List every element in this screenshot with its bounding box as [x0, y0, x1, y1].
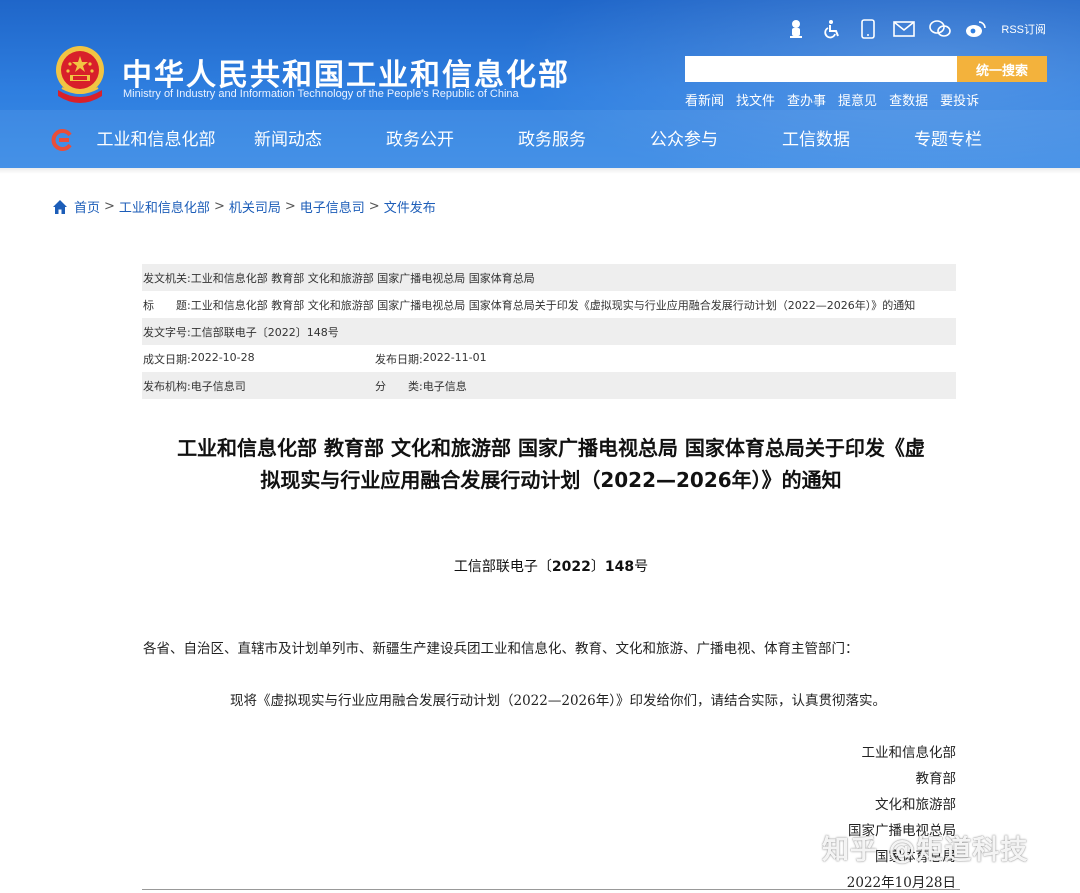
category-cell: 分 类: 电子信息 — [375, 378, 467, 394]
breadcrumb-separator: > — [213, 199, 225, 214]
issuer-label: 发文机关: — [143, 271, 191, 285]
breadcrumb-departments[interactable]: 机关司局 — [229, 197, 281, 216]
site-subtitle: Ministry of Industry and Information Tec… — [123, 88, 519, 100]
breadcrumb-separator: > — [104, 199, 115, 214]
info-row-doc-no: 发文字号: 工信部联电子〔2022〕148号 — [142, 318, 956, 345]
category-value: 电子信息 — [422, 379, 467, 393]
quick-link-services[interactable]: 查办事 — [787, 90, 826, 109]
category-label: 分 类: — [375, 379, 423, 393]
mobile-icon[interactable] — [857, 18, 879, 40]
nav-item-disclosure[interactable]: 政务公开 — [354, 122, 486, 158]
quick-link-feedback[interactable]: 提意见 — [838, 90, 877, 109]
quick-links: 看新闻 找文件 查办事 提意见 查数据 要投诉 — [685, 90, 979, 109]
org-cell: 发布机构: 电子信息司 — [143, 378, 375, 394]
home-icon — [53, 199, 67, 214]
quick-link-news[interactable]: 看新闻 — [685, 90, 724, 109]
issuer-value: 工业和信息化部 教育部 文化和旅游部 国家广播电视总局 国家体育总局 — [190, 271, 535, 285]
search-input[interactable] — [685, 56, 957, 82]
breadcrumb-electronics-dept[interactable]: 电子信息司 — [300, 197, 365, 216]
document-number-suffix: 号 — [634, 559, 649, 575]
national-emblem-icon[interactable] — [52, 44, 108, 106]
breadcrumb-ministry[interactable]: 工业和信息化部 — [119, 197, 210, 216]
doc-no-label: 发文字号: — [143, 325, 191, 339]
created-label: 成文日期: — [143, 352, 191, 366]
signatory: 工业和信息化部 — [861, 745, 957, 761]
published-value: 2022-11-01 — [422, 350, 487, 364]
signatory: 文化和旅游部 — [875, 797, 956, 813]
quick-link-files[interactable]: 找文件 — [736, 90, 775, 109]
search-button[interactable]: 统一搜索 — [957, 56, 1047, 82]
info-row-title: 标 题: 工业和信息化部 教育部 文化和旅游部 国家广播电视总局 国家体育总局关… — [142, 291, 956, 318]
accessibility-icon[interactable] — [821, 18, 843, 40]
salutation: 各省、自治区、直辖市及计划单列市、新疆生产建设兵团工业和信息化、教育、文化和旅游… — [143, 641, 859, 657]
site-header: 中华人民共和国工业和信息化部 Ministry of Industry and … — [0, 0, 1080, 168]
mail-icon[interactable] — [893, 18, 916, 40]
document-number: 工信部联电子〔2022〕148号 — [142, 556, 960, 576]
nav-item-topics[interactable]: 专题专栏 — [882, 122, 1014, 158]
main-nav: 工业和信息化部 新闻动态 政务公开 政务服务 公众参与 工信数据 专题专栏 — [90, 122, 1080, 158]
title-value: 工业和信息化部 教育部 文化和旅游部 国家广播电视总局 国家体育总局关于印发《虚… — [190, 298, 916, 312]
document-info-table: 发文机关: 工业和信息化部 教育部 文化和旅游部 国家广播电视总局 国家体育总局… — [142, 264, 956, 399]
published-date-cell: 发布日期: 2022-11-01 — [375, 351, 487, 367]
rss-link[interactable]: RSS订阅 — [1001, 21, 1046, 37]
document-title-line-1: 工业和信息化部 教育部 文化和旅游部 国家广播电视总局 国家体育总局关于印发《虚 — [177, 436, 925, 460]
quick-link-data[interactable]: 查数据 — [889, 90, 928, 109]
breadcrumb: 首页 > 工业和信息化部 > 机关司局 > 电子信息司 > 文件发布 — [52, 197, 436, 216]
miit-logo-icon[interactable] — [50, 128, 74, 152]
quick-link-complaint[interactable]: 要投诉 — [940, 90, 979, 109]
signatory: 教育部 — [915, 771, 957, 787]
mascot-icon[interactable] — [785, 18, 807, 40]
document-number-prefix: 工信部联电子〔 — [453, 559, 552, 575]
created-value: 2022-10-28 — [190, 350, 255, 364]
info-row-org: 发布机构: 电子信息司 分 类: 电子信息 — [142, 372, 956, 399]
wechat-icon[interactable] — [929, 18, 952, 40]
nav-item-services[interactable]: 政务服务 — [486, 122, 618, 158]
nav-item-ministry[interactable]: 工业和信息化部 — [90, 122, 222, 158]
doc-no-value: 工信部联电子〔2022〕148号 — [190, 325, 339, 339]
bottom-divider — [142, 889, 960, 890]
breadcrumb-separator: > — [368, 199, 380, 214]
document-title-line-2: 拟现实与行业应用融合发展行动计划（2022—2026年）》的通知 — [260, 468, 842, 492]
created-date-cell: 成文日期: 2022-10-28 — [143, 351, 375, 367]
org-label: 发布机构: — [143, 379, 191, 393]
info-row-issuer: 发文机关: 工业和信息化部 教育部 文化和旅游部 国家广播电视总局 国家体育总局 — [142, 264, 956, 291]
header-shadow — [0, 168, 1080, 174]
published-label: 发布日期: — [375, 352, 423, 366]
document-number-year: 2022 — [551, 559, 591, 575]
title-label: 标 题: — [143, 298, 191, 312]
breadcrumb-documents[interactable]: 文件发布 — [384, 197, 436, 216]
document-title: 工业和信息化部 教育部 文化和旅游部 国家广播电视总局 国家体育总局关于印发《虚… — [142, 432, 960, 496]
document-number-num: 148 — [604, 559, 635, 575]
nav-item-news[interactable]: 新闻动态 — [222, 122, 354, 158]
signing-date: 2022年10月28日 — [846, 875, 956, 891]
document-number-mid: 〕 — [590, 559, 605, 575]
watermark: 知乎 @矩道科技 — [822, 835, 1029, 866]
nav-item-data[interactable]: 工信数据 — [750, 122, 882, 158]
top-toolbar: RSS订阅 — [785, 16, 1046, 42]
org-value: 电子信息司 — [190, 379, 246, 393]
info-row-dates: 成文日期: 2022-10-28 发布日期: 2022-11-01 — [142, 345, 956, 372]
weibo-icon[interactable] — [965, 18, 987, 40]
body-paragraph: 现将《虚拟现实与行业应用融合发展行动计划（2022—2026年）》印发给你们，请… — [230, 693, 886, 709]
breadcrumb-separator: > — [284, 199, 296, 214]
breadcrumb-home[interactable]: 首页 — [74, 197, 100, 216]
nav-item-participation[interactable]: 公众参与 — [618, 122, 750, 158]
